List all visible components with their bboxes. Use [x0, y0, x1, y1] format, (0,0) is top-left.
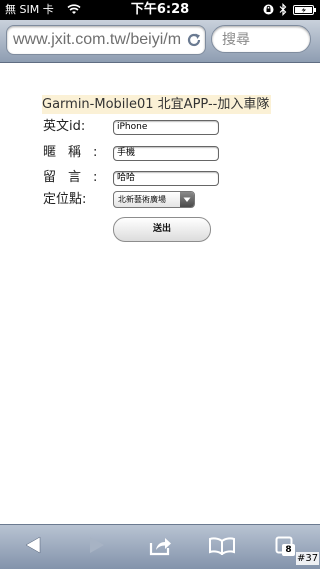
status-bar: 無 SIM 卡 下午6:28 [0, 0, 320, 20]
tab-count-badge[interactable]: 8 [282, 544, 295, 556]
battery-icon [293, 5, 316, 15]
dropdown-arrow[interactable] [180, 192, 194, 207]
message-input[interactable]: 哈哈 [113, 171, 219, 186]
location-select[interactable]: 北新藝術廣場 [113, 191, 195, 208]
submit-button[interactable]: 送出 [113, 217, 211, 242]
location-selected-value: 北新藝術廣場 [118, 195, 166, 204]
rotation-lock-icon [263, 4, 274, 15]
forward-icon[interactable] [88, 535, 106, 555]
reload-icon[interactable] [185, 31, 203, 49]
nickname-label: 暱稱: [43, 145, 110, 160]
page-title: Garmin-Mobile01 北宜APP--加入車隊 [42, 95, 272, 114]
english-id-input[interactable]: iPhone [113, 120, 219, 135]
location-label: 定位點: [43, 192, 87, 207]
bluetooth-icon [279, 3, 287, 16]
url-text[interactable]: www.jxit.com.tw/beiyi/m [13, 31, 183, 49]
share-icon[interactable] [149, 536, 173, 556]
chevron-down-icon [183, 197, 191, 202]
message-label: 留言: [43, 170, 110, 185]
browser-address-bar: www.jxit.com.tw/beiyi/m 搜尋 [0, 20, 320, 63]
page-content: Garmin-Mobile01 北宜APP--加入車隊 英文id: iPhone… [0, 63, 320, 523]
watermark-label: #37 [296, 552, 320, 565]
browser-toolbar: 8 [0, 524, 320, 569]
url-field[interactable]: www.jxit.com.tw/beiyi/m [6, 25, 206, 55]
back-icon[interactable] [24, 535, 42, 555]
nickname-input[interactable]: 手機 [113, 146, 219, 161]
bookmarks-icon[interactable] [208, 537, 236, 555]
english-id-label: 英文id: [43, 119, 86, 134]
search-input[interactable]: 搜尋 [211, 25, 311, 53]
